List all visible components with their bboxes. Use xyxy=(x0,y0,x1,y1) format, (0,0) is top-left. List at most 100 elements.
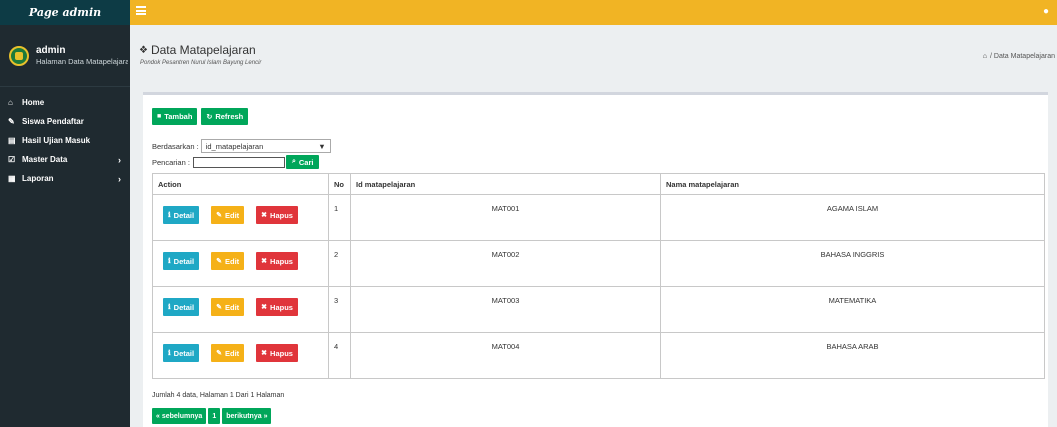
sidebar-item-label: Hasil Ujian Masuk xyxy=(22,136,91,145)
edit-button[interactable]: ✎ Edit xyxy=(211,206,245,224)
toolbar: ■ Tambah ↻ Refresh xyxy=(152,108,249,125)
info-icon: ℹ xyxy=(168,258,171,265)
cell-nama: BAHASA ARAB xyxy=(660,332,1045,379)
column-header-no: No xyxy=(328,173,351,195)
pagination: « sebelumnya 1 berikutnya » xyxy=(152,408,272,424)
cell-no: 3 xyxy=(328,286,351,333)
delete-button[interactable]: ✖ Hapus xyxy=(256,298,298,316)
page-number-button[interactable]: 1 xyxy=(208,408,221,424)
info-icon: ℹ xyxy=(168,212,171,219)
cell-id: MAT004 xyxy=(350,332,661,379)
cell-nama: AGAMA ISLAM xyxy=(660,194,1045,241)
avatar xyxy=(9,45,29,66)
cell-nama: MATEMATIKA xyxy=(660,286,1045,333)
column-header-nama: Nama matapelajaran xyxy=(660,173,1045,195)
action-cell: ℹ Detail ✎ Edit ✖ Hapus xyxy=(152,194,329,241)
sidebar-item-master-data[interactable]: ☑ Master Data › xyxy=(0,150,130,169)
page-title: ❖ Data Matapelajaran xyxy=(139,43,256,57)
data-table: Action No Id matapelajaran Nama matapela… xyxy=(152,173,1045,379)
chevron-down-icon: ▼ xyxy=(318,141,326,151)
cell-no: 1 xyxy=(328,194,351,241)
sidebar: Page admin admin Halaman Data Matapelaja… xyxy=(0,0,130,427)
top-navbar: ● xyxy=(130,0,1057,25)
content-header: ❖ Data Matapelajaran Pondok Pesantren Nu… xyxy=(130,25,1057,83)
table-row: ℹ Detail ✎ Edit ✖ Hapus 1 MAT001 AGAMA ISLA… xyxy=(152,194,1045,241)
brand-logo[interactable]: Page admin xyxy=(0,0,130,25)
search-row: Pencarian : ⌕ Cari xyxy=(152,155,320,169)
sidebar-item-home[interactable]: ⌂ Home xyxy=(0,93,130,112)
detail-button[interactable]: ℹ Detail xyxy=(163,298,200,316)
edit-button[interactable]: ✎ Edit xyxy=(211,344,245,362)
cell-id: MAT001 xyxy=(350,194,661,241)
edit-icon: ✎ xyxy=(216,258,222,265)
chevron-right-icon: › xyxy=(118,173,121,184)
breadcrumb: ⌂ / Data Matapelajaran xyxy=(982,53,1055,60)
next-page-button[interactable]: berikutnya » xyxy=(222,408,272,424)
refresh-button[interactable]: ↻ Refresh xyxy=(201,108,249,125)
cell-id: MAT003 xyxy=(350,286,661,333)
page-subtitle: Pondok Pesantren Nurul Islam Bayung Lenc… xyxy=(140,60,262,66)
sidebar-item-label: Laporan xyxy=(22,174,54,183)
sidebar-item-label: Home xyxy=(22,98,45,107)
edit-button[interactable]: ✎ Edit xyxy=(211,252,245,270)
close-icon: ✖ xyxy=(261,350,268,357)
refresh-icon: ↻ xyxy=(206,113,213,121)
sidebar-item-laporan[interactable]: ▦ Laporan › xyxy=(0,169,130,188)
table-summary: Jumlah 4 data, Halaman 1 Dari 1 Halaman xyxy=(152,392,285,399)
hamburger-icon[interactable] xyxy=(136,6,146,15)
cell-id: MAT002 xyxy=(350,240,661,287)
info-icon: ℹ xyxy=(168,304,171,311)
chevron-right-icon: › xyxy=(118,154,121,165)
page-title-text: Data Matapelajaran xyxy=(150,43,256,57)
detail-button[interactable]: ℹ Detail xyxy=(163,252,200,270)
sidebar-item-label: Master Data xyxy=(22,155,68,164)
calendar-icon: ▦ xyxy=(8,174,16,183)
filter-by-select[interactable]: id_matapelajaran ▼ xyxy=(200,139,331,153)
prev-page-button[interactable]: « sebelumnya xyxy=(152,408,207,424)
action-cell: ℹ Detail ✎ Edit ✖ Hapus xyxy=(152,332,329,379)
table-row: ℹ Detail ✎ Edit ✖ Hapus 4 MAT004 BAHASA ARA… xyxy=(152,332,1045,379)
filter-by-label: Berdasarkan : xyxy=(152,141,199,151)
edit-icon: ✎ xyxy=(216,350,222,357)
info-icon: ℹ xyxy=(168,350,171,357)
delete-button[interactable]: ✖ Hapus xyxy=(256,344,298,362)
sidebar-item-label: Siswa Pendaftar xyxy=(22,117,84,126)
search-label: Pencarian : xyxy=(152,157,190,167)
user-panel: admin Halaman Data Matapelajaran xyxy=(0,25,130,87)
sidebar-item-siswa-pendaftar[interactable]: ✎ Siswa Pendaftar xyxy=(0,112,130,131)
search-input[interactable] xyxy=(192,156,285,168)
table-row: ℹ Detail ✎ Edit ✖ Hapus 3 MAT003 MATEMATIKA xyxy=(152,286,1045,333)
search-button[interactable]: ⌕ Cari xyxy=(285,155,320,169)
add-button[interactable]: ■ Tambah xyxy=(152,108,198,125)
action-cell: ℹ Detail ✎ Edit ✖ Hapus xyxy=(152,286,329,333)
edit-icon: ☑ xyxy=(8,155,16,164)
filter-by-row: Berdasarkan : id_matapelajaran ▼ xyxy=(152,139,331,153)
edit-button[interactable]: ✎ Edit xyxy=(211,298,245,316)
cell-no: 4 xyxy=(328,332,351,379)
detail-button[interactable]: ℹ Detail xyxy=(163,344,200,362)
book-icon: ▤ xyxy=(8,136,16,145)
cell-nama: BAHASA INGGRIS xyxy=(660,240,1045,287)
close-icon: ✖ xyxy=(261,304,268,311)
edit-icon: ✎ xyxy=(216,304,222,311)
detail-button[interactable]: ℹ Detail xyxy=(163,206,200,224)
pencil-icon: ✎ xyxy=(8,117,15,126)
cubes-icon: ❖ xyxy=(139,44,148,56)
close-icon: ✖ xyxy=(261,212,268,219)
plus-icon: ■ xyxy=(157,113,162,120)
sidebar-menu: ⌂ Home ✎ Siswa Pendaftar ▤ Hasil Ujian M… xyxy=(0,87,130,188)
delete-button[interactable]: ✖ Hapus xyxy=(256,252,298,270)
action-cell: ℹ Detail ✎ Edit ✖ Hapus xyxy=(152,240,329,287)
delete-button[interactable]: ✖ Hapus xyxy=(256,206,298,224)
search-icon: ⌕ xyxy=(291,158,296,165)
edit-icon: ✎ xyxy=(216,212,222,219)
user-icon[interactable]: ● xyxy=(1043,6,1049,17)
close-icon: ✖ xyxy=(261,258,268,265)
column-header-action: Action xyxy=(152,173,329,195)
cell-no: 2 xyxy=(328,240,351,287)
content-box: ■ Tambah ↻ Refresh Berdasarkan : id_mata… xyxy=(143,92,1048,427)
home-icon[interactable]: ⌂ xyxy=(983,53,987,60)
breadcrumb-current: Data Matapelajaran xyxy=(993,53,1055,60)
sidebar-item-hasil-ujian-masuk[interactable]: ▤ Hasil Ujian Masuk xyxy=(0,131,130,150)
table-row: ℹ Detail ✎ Edit ✖ Hapus 2 MAT002 BAHASA ING… xyxy=(152,240,1045,287)
